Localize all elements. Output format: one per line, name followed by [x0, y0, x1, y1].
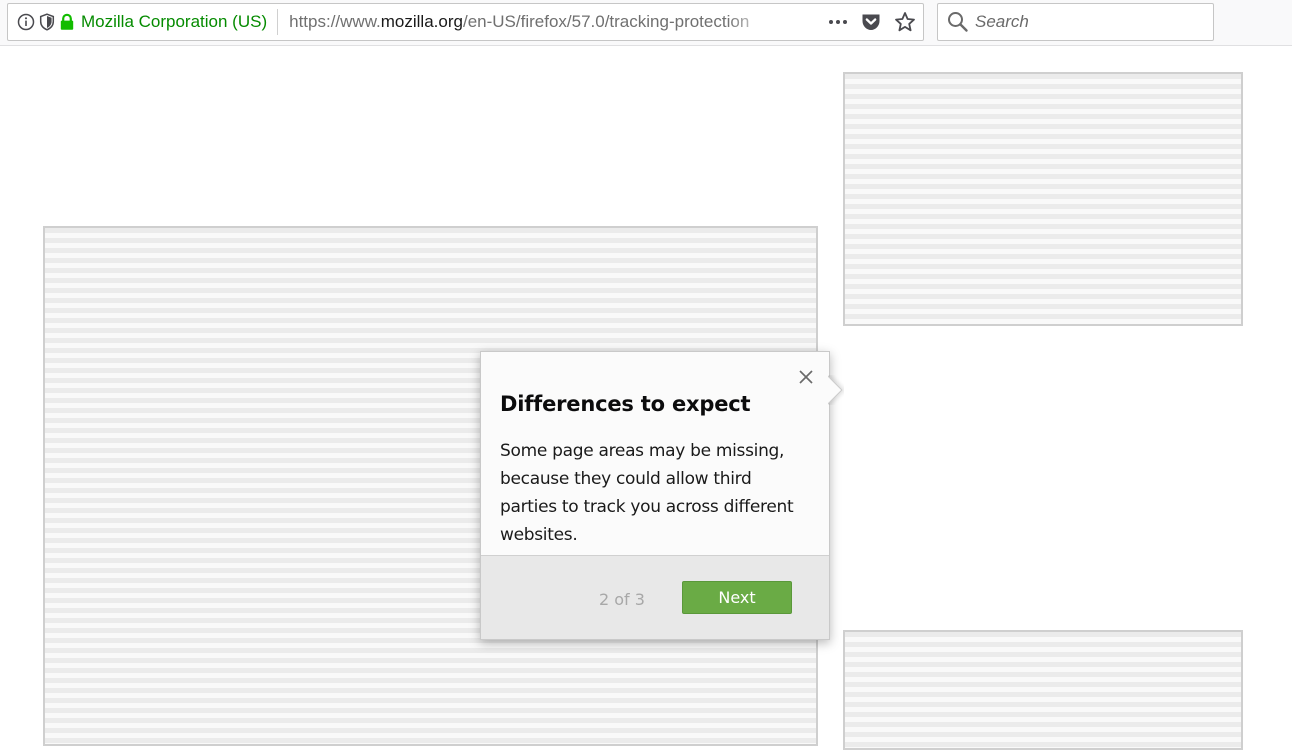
pocket-icon[interactable]: [859, 10, 883, 34]
more-icon[interactable]: [827, 11, 849, 33]
popup-title: Differences to expect: [500, 392, 751, 416]
url-text[interactable]: https://www.mozilla.org/en-US/firefox/57…: [289, 9, 774, 35]
url-path: /en-US/firefox/57.0/tracking-protection: [462, 12, 750, 31]
navigation-toolbar: Mozilla Corporation (US) https://www.moz…: [0, 0, 1292, 46]
search-bar[interactable]: [937, 3, 1214, 41]
search-input[interactable]: [975, 12, 1205, 32]
url-host: mozilla.org: [380, 12, 463, 31]
popup-arrow: [828, 375, 844, 405]
info-icon[interactable]: [17, 13, 35, 31]
lock-icon[interactable]: [59, 13, 75, 31]
identity-icons: [17, 13, 75, 31]
step-counter: 2 of 3: [599, 590, 645, 609]
popup-footer: 2 of 3 Next: [481, 555, 829, 639]
page-actions: [827, 4, 917, 40]
search-icon[interactable]: [947, 11, 969, 33]
star-icon[interactable]: [893, 10, 917, 34]
content-placeholder-side-top: [843, 72, 1243, 326]
content-placeholder-side-bottom: [843, 630, 1243, 750]
url-bar[interactable]: Mozilla Corporation (US) https://www.moz…: [7, 3, 924, 41]
popup-body: Some page areas may be missing, because …: [500, 441, 794, 545]
tour-popup: Differences to expect Some page areas ma…: [480, 351, 830, 640]
site-identity-label[interactable]: Mozilla Corporation (US): [81, 9, 279, 35]
next-button[interactable]: Next: [682, 581, 792, 614]
url-prefix: https://www.: [289, 12, 381, 31]
shield-icon[interactable]: [39, 13, 55, 31]
close-icon[interactable]: [797, 368, 815, 386]
